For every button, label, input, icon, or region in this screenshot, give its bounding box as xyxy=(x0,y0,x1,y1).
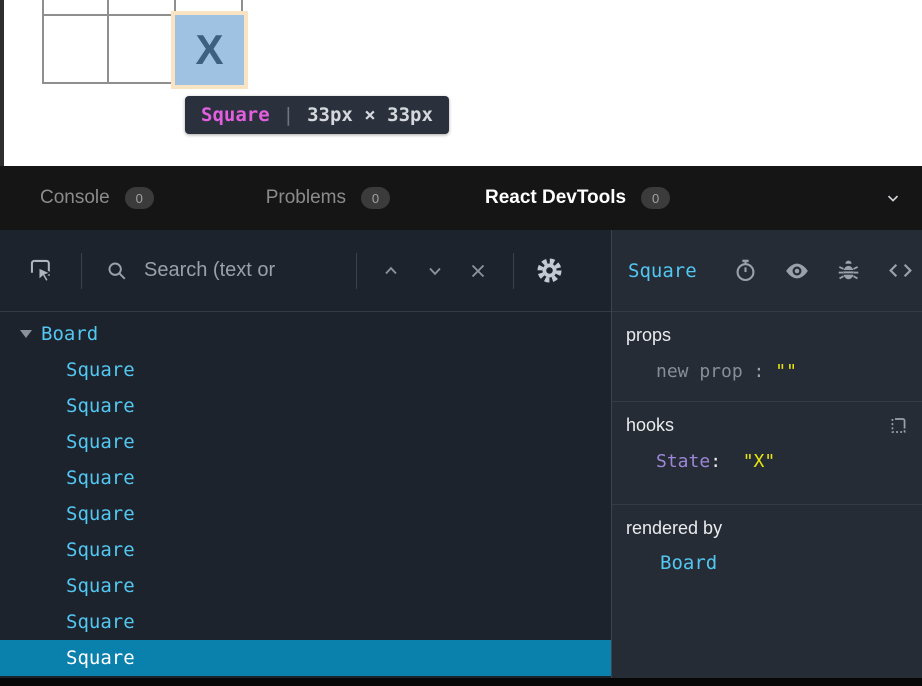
toolbar-divider xyxy=(356,253,357,289)
tree-item-square[interactable]: Square xyxy=(0,388,611,424)
tab-label: Console xyxy=(40,187,110,209)
component-name: Square xyxy=(66,431,135,453)
tab-label: Problems xyxy=(266,187,346,209)
props-section: props new prop : "" xyxy=(612,312,922,402)
close-icon[interactable] xyxy=(467,260,489,282)
window-edge xyxy=(0,0,4,166)
highlighted-square-cell[interactable]: X xyxy=(175,15,244,85)
tab-label: React DevTools xyxy=(485,187,626,209)
inspector-toolbar: Square xyxy=(612,230,922,312)
prop-value[interactable]: "" xyxy=(775,361,797,382)
prop-key[interactable]: new prop xyxy=(656,361,743,382)
components-tree: Board Square Square Square Square Square… xyxy=(0,312,611,678)
tree-item-square[interactable]: Square xyxy=(0,352,611,388)
prop-entry[interactable]: new prop : "" xyxy=(626,361,908,382)
gear-icon[interactable] xyxy=(536,257,563,284)
tree-item-square-selected[interactable]: Square xyxy=(0,640,611,676)
tooltip-separator: | xyxy=(283,104,294,126)
tab-react-devtools[interactable]: React DevTools 0 xyxy=(485,187,670,209)
eye-icon[interactable] xyxy=(784,258,810,284)
tab-badge: 0 xyxy=(125,187,154,209)
devtools-tabbar: Console 0 Problems 0 React DevTools 0 xyxy=(0,166,922,230)
rendered-by-title: rendered by xyxy=(626,518,722,539)
rendered-by-section: rendered by Board xyxy=(612,505,922,678)
search-icon xyxy=(106,260,128,282)
rendered-by-link-board[interactable]: Board xyxy=(660,552,717,574)
chevron-expanded-icon[interactable] xyxy=(20,330,32,338)
prop-colon: : xyxy=(754,361,765,382)
tree-item-square[interactable]: Square xyxy=(0,568,611,604)
parse-hooks-icon[interactable] xyxy=(889,416,908,435)
hook-colon: : xyxy=(710,451,721,472)
component-name: Square xyxy=(66,359,135,381)
tab-badge: 0 xyxy=(361,187,390,209)
devtools-panel: Console 0 Problems 0 React DevTools 0 xyxy=(0,166,922,686)
hook-entry[interactable]: State: "X" xyxy=(626,451,908,472)
tooltip-component-name: Square xyxy=(201,104,270,126)
board-grid-line xyxy=(107,0,109,84)
chevron-down-icon[interactable] xyxy=(425,261,445,281)
tree-item-square[interactable]: Square xyxy=(0,496,611,532)
inspect-highlight-padding: X xyxy=(171,11,248,89)
hooks-section-title: hooks xyxy=(626,415,674,436)
board-grid-line xyxy=(42,0,44,84)
chevron-up-icon[interactable] xyxy=(381,261,401,281)
code-brackets-icon[interactable] xyxy=(887,258,914,284)
tree-item-square[interactable]: Square xyxy=(0,604,611,640)
component-name: Square xyxy=(66,575,135,597)
inspected-page: X Square | 33px × 33px xyxy=(0,0,922,166)
components-tree-panel: Board Square Square Square Square Square… xyxy=(0,230,612,678)
tree-toolbar xyxy=(0,230,611,312)
stopwatch-icon[interactable] xyxy=(733,258,758,284)
tree-item-square[interactable]: Square xyxy=(0,532,611,568)
tab-badge: 0 xyxy=(641,187,670,209)
component-name: Square xyxy=(66,611,135,633)
bug-icon[interactable] xyxy=(836,258,861,284)
window-bottom-edge xyxy=(0,678,922,686)
chevron-down-icon[interactable] xyxy=(884,189,902,207)
component-name: Square xyxy=(66,539,135,561)
search-input[interactable] xyxy=(144,259,356,282)
component-name: Square xyxy=(66,503,135,525)
tab-console[interactable]: Console 0 xyxy=(40,187,154,209)
tab-problems[interactable]: Problems 0 xyxy=(266,187,390,209)
component-name: Square xyxy=(66,647,135,669)
tree-item-square[interactable]: Square xyxy=(0,460,611,496)
inspect-element-icon[interactable] xyxy=(28,257,55,284)
hook-value[interactable]: "X" xyxy=(743,451,776,472)
toolbar-divider xyxy=(81,253,82,289)
toolbar-divider xyxy=(513,253,514,289)
component-name: Board xyxy=(41,323,98,345)
component-inspector-panel: Square xyxy=(612,230,922,678)
inspect-overlay-tooltip: Square | 33px × 33px xyxy=(185,96,449,134)
props-section-title: props xyxy=(626,325,671,346)
hooks-section: hooks State: "X" xyxy=(612,402,922,505)
tooltip-dimensions: 33px × 33px xyxy=(307,104,433,126)
hook-key: State xyxy=(656,451,710,472)
tree-item-board[interactable]: Board xyxy=(0,316,611,352)
selected-component-title: Square xyxy=(628,260,697,282)
component-name: Square xyxy=(66,467,135,489)
tree-item-square[interactable]: Square xyxy=(0,424,611,460)
square-cell-value: X xyxy=(195,26,223,74)
component-name: Square xyxy=(66,395,135,417)
